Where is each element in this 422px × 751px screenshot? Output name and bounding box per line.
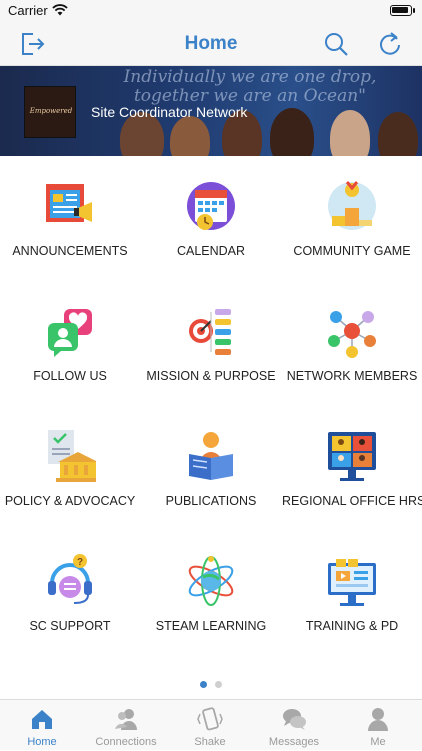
search-button[interactable]	[320, 28, 352, 60]
tile-label: TRAINING & PD	[305, 619, 399, 633]
publications-icon	[189, 432, 233, 480]
tile-mission-purpose[interactable]: MISSION & PURPOSE	[141, 281, 281, 406]
tab-label: Home	[27, 736, 57, 748]
connections-icon	[115, 709, 137, 730]
page-indicator[interactable]	[0, 681, 422, 689]
header-banner[interactable]: Individually we are one drop, together w…	[0, 66, 422, 156]
tile-label: NETWORK MEMBERS	[286, 369, 418, 383]
status-bar: Carrier	[0, 0, 422, 22]
tile-label: CALENDAR	[176, 244, 246, 258]
tab-me[interactable]: Me	[336, 700, 420, 751]
tile-training-pd[interactable]: TRAINING & PD	[282, 531, 422, 656]
tile-regional-office-hrs[interactable]: REGIONAL OFFICE HRS	[282, 406, 422, 531]
banner-title: Site Coordinator Network	[91, 104, 248, 120]
sc-support-icon: ?	[48, 554, 92, 604]
tile-sc-support[interactable]: ? SC SUPPORT	[0, 531, 140, 656]
tile-community-game[interactable]: COMMUNITY GAME	[282, 156, 422, 281]
tile-label: ANNOUNCEMENTS	[12, 244, 128, 258]
training-pd-icon	[328, 559, 376, 606]
shake-icon	[197, 707, 223, 731]
home-icon	[32, 710, 52, 729]
tile-announcements[interactable]: ANNOUNCEMENTS	[0, 156, 140, 281]
calendar-icon	[187, 182, 235, 230]
banner-thumb-text: Empowered	[29, 107, 73, 115]
refresh-icon	[380, 32, 400, 55]
messages-icon	[283, 709, 306, 730]
tab-label: Shake	[194, 736, 226, 748]
tile-label: SC SUPPORT	[29, 619, 111, 633]
tab-label: Messages	[268, 736, 320, 748]
mission-purpose-icon	[189, 309, 231, 355]
policy-advocacy-icon	[48, 430, 96, 482]
tile-follow-us[interactable]: FOLLOW US	[0, 281, 140, 406]
search-icon	[325, 33, 348, 56]
banner-thumbnail: Empowered	[24, 86, 76, 138]
network-members-icon	[328, 311, 376, 358]
tab-connections[interactable]: Connections	[84, 700, 168, 751]
tab-label: Me	[370, 736, 386, 748]
regional-office-icon	[328, 432, 376, 481]
tab-shake[interactable]: Shake	[168, 700, 252, 751]
tile-label: POLICY & ADVOCACY	[4, 494, 136, 508]
person-icon	[368, 708, 388, 731]
tile-label: FOLLOW US	[33, 369, 107, 383]
page-title: Home	[184, 33, 238, 54]
follow-us-icon	[48, 309, 92, 357]
tile-steam-learning[interactable]: STEAM LEARNING	[141, 531, 281, 656]
steam-learning-icon	[188, 556, 234, 606]
nav-bar: Home	[0, 22, 422, 66]
refresh-button[interactable]	[374, 28, 406, 60]
wifi-icon	[52, 4, 68, 16]
page-dot-active[interactable]	[200, 681, 207, 688]
community-game-icon	[328, 181, 376, 230]
tab-bar: Home Connections Shake Messages Me	[0, 699, 422, 750]
tile-publications[interactable]: PUBLICATIONS	[141, 406, 281, 531]
tab-messages[interactable]: Messages	[252, 700, 336, 751]
tile-calendar[interactable]: CALENDAR	[141, 156, 281, 281]
tile-label: STEAM LEARNING	[155, 619, 267, 633]
tab-home[interactable]: Home	[0, 700, 84, 751]
page-dot[interactable]	[215, 681, 222, 688]
announcements-icon	[46, 184, 92, 222]
feature-grid: ANNOUNCEMENTS CALENDAR COMMUNITY GAME FO…	[0, 156, 422, 676]
tile-label: COMMUNITY GAME	[293, 244, 411, 258]
tile-policy-advocacy[interactable]: POLICY & ADVOCACY	[0, 406, 140, 531]
battery-icon	[390, 5, 415, 16]
tile-label: MISSION & PURPOSE	[146, 369, 276, 383]
tile-network-members[interactable]: NETWORK MEMBERS	[282, 281, 422, 406]
tab-label: Connections	[95, 736, 157, 748]
carrier-label: Carrier	[8, 3, 48, 18]
tile-label: REGIONAL OFFICE HRS	[282, 494, 422, 508]
svg-text:?: ?	[77, 557, 83, 568]
banner-quote: Individually we are one drop, together w…	[123, 67, 377, 106]
tile-label: PUBLICATIONS	[165, 494, 257, 508]
